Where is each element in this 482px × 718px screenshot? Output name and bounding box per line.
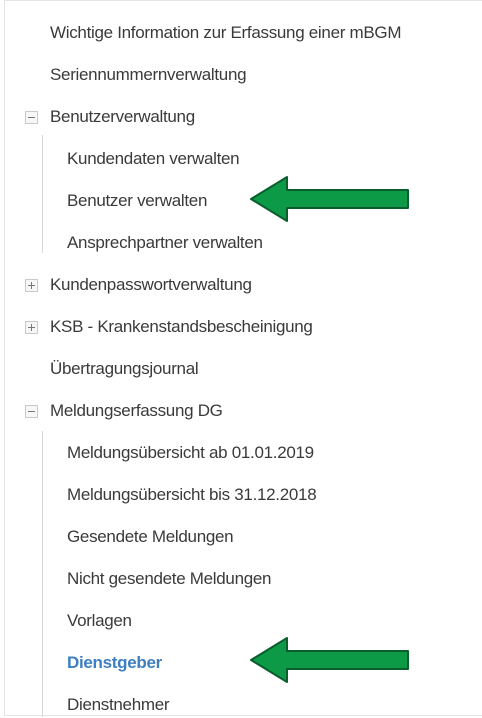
nav-item-benutzer-verwalten[interactable]: Benutzer verwalten (67, 188, 207, 214)
collapse-icon[interactable] (25, 405, 38, 418)
nav-item-uebertragungsjournal[interactable]: Übertragungsjournal (50, 356, 199, 382)
collapse-icon[interactable] (25, 111, 38, 124)
left-arrow-icon (250, 637, 409, 683)
nav-item-mbgm-info[interactable]: Wichtige Information zur Erfassung einer… (50, 20, 401, 46)
nav-group-meldungserfassung-dg[interactable]: Meldungserfassung DG (50, 398, 223, 424)
nav-item-kundendaten-verwalten[interactable]: Kundendaten verwalten (67, 146, 240, 172)
nav-item-meldungsuebersicht-ab-2019[interactable]: Meldungsübersicht ab 01.01.2019 (67, 440, 314, 466)
nav-item-dienstgeber[interactable]: Dienstgeber (67, 650, 162, 676)
nav-item-dienstnehmer[interactable]: Dienstnehmer (67, 692, 170, 718)
nav-item-nicht-gesendete-meldungen[interactable]: Nicht gesendete Meldungen (67, 566, 272, 592)
nav-group-kundenpasswortverwaltung[interactable]: Kundenpasswortverwaltung (50, 272, 252, 298)
expand-icon[interactable] (25, 279, 38, 292)
expand-icon[interactable] (25, 321, 38, 334)
nav-item-gesendete-meldungen[interactable]: Gesendete Meldungen (67, 524, 234, 550)
tree-guide-line (42, 431, 43, 717)
nav-item-seriennummernverwaltung[interactable]: Seriennummernverwaltung (50, 62, 247, 88)
nav-item-ansprechpartner-verwalten[interactable]: Ansprechpartner verwalten (67, 230, 263, 256)
nav-item-vorlagen[interactable]: Vorlagen (67, 608, 132, 634)
nav-item-meldungsuebersicht-bis-2018[interactable]: Meldungsübersicht bis 31.12.2018 (67, 482, 317, 508)
left-arrow-icon (250, 176, 409, 222)
navigation-tree: Wichtige Information zur Erfassung einer… (4, 0, 482, 718)
tree-guide-line (42, 135, 43, 253)
nav-group-benutzerverwaltung[interactable]: Benutzerverwaltung (50, 104, 195, 130)
nav-group-ksb[interactable]: KSB - Krankenstandsbescheinigung (50, 314, 313, 340)
